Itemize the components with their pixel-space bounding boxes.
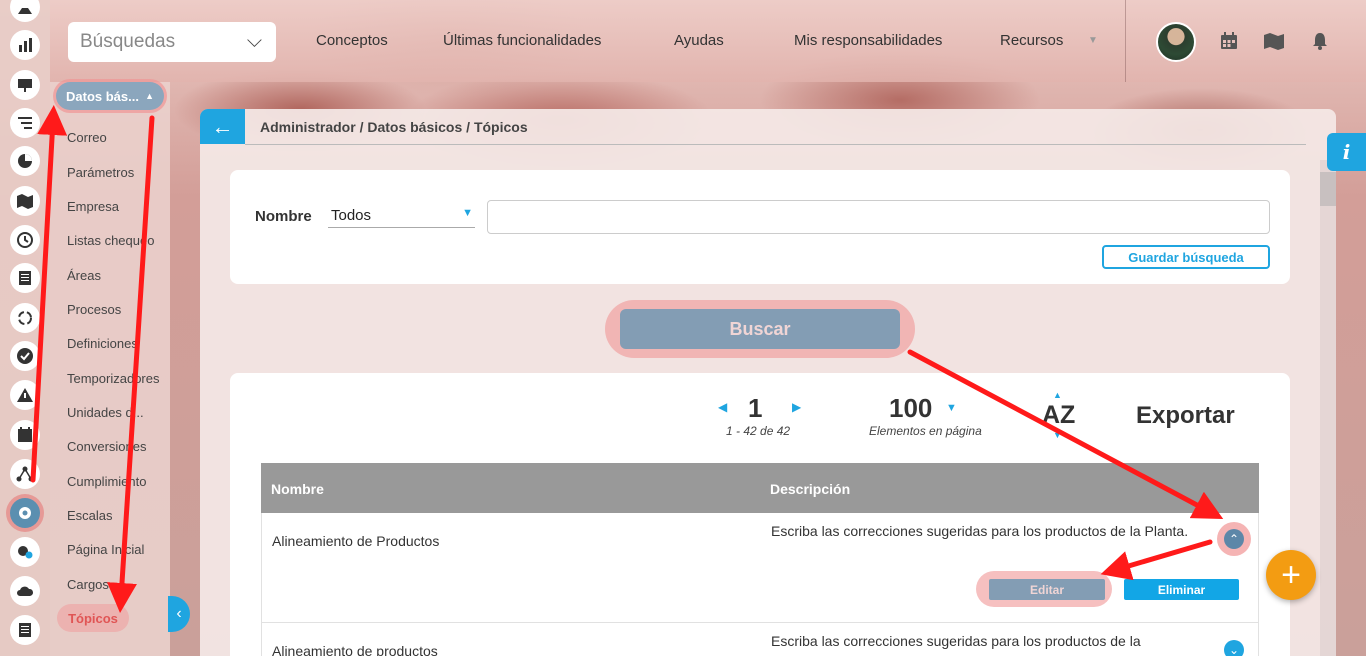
- row-description: Escriba las correcciones sugeridas para …: [771, 523, 1189, 539]
- submenu-item-conversiones[interactable]: Conversiones: [67, 439, 147, 454]
- calendar-icon[interactable]: [1219, 31, 1239, 51]
- submenu-item-correo[interactable]: Correo: [67, 130, 107, 145]
- sort-desc-icon[interactable]: ▼: [1053, 430, 1062, 440]
- breadcrumb-divider: [245, 144, 1306, 145]
- filter-value-input[interactable]: [487, 200, 1270, 234]
- per-page-select[interactable]: 100: [889, 393, 932, 424]
- map-icon[interactable]: [10, 186, 40, 216]
- settings-icon[interactable]: [10, 498, 40, 528]
- per-page-label: Elementos en página: [869, 424, 982, 438]
- save-search-button[interactable]: Guardar búsqueda: [1102, 245, 1270, 269]
- nav-ayudas[interactable]: Ayudas: [674, 32, 724, 49]
- filter-operator-select[interactable]: Todos ▼: [328, 202, 475, 228]
- scrollbar-track[interactable]: [1320, 160, 1336, 656]
- submenu-header-label: Datos bás...: [66, 88, 139, 104]
- back-button[interactable]: ←: [200, 109, 245, 144]
- nav-conceptos[interactable]: Conceptos: [316, 32, 388, 49]
- nav-recursos[interactable]: Recursos: [1000, 32, 1063, 49]
- info-button[interactable]: i: [1327, 133, 1366, 171]
- current-page: 1: [748, 393, 763, 423]
- filter-icon[interactable]: [10, 108, 40, 138]
- page-range: 1 - 42 de 42: [726, 424, 791, 438]
- bell-icon[interactable]: [1310, 31, 1330, 51]
- presentation-icon[interactable]: [10, 70, 40, 100]
- export-button[interactable]: Exportar: [1136, 402, 1235, 430]
- network-icon[interactable]: [10, 459, 40, 489]
- chart-icon[interactable]: [10, 30, 40, 60]
- filter-operator-value: Todos: [331, 207, 372, 224]
- submenu-item-empresa[interactable]: Empresa: [67, 199, 119, 214]
- avatar[interactable]: [1156, 22, 1196, 62]
- caret-down-icon[interactable]: ▼: [946, 402, 957, 414]
- document-icon[interactable]: [10, 263, 40, 293]
- topbar-divider: [1125, 0, 1126, 82]
- submenu-item-areas[interactable]: Áreas: [67, 268, 101, 283]
- cycle-icon[interactable]: [10, 303, 40, 333]
- add-button[interactable]: +: [1266, 550, 1316, 600]
- search-button[interactable]: Buscar: [620, 309, 900, 349]
- sort-asc-icon[interactable]: ▲: [1053, 390, 1062, 400]
- calendar-icon[interactable]: [10, 420, 40, 450]
- delete-button[interactable]: Eliminar: [1124, 579, 1239, 600]
- scrollbar-thumb[interactable]: [1320, 172, 1336, 206]
- global-search-label: Búsquedas: [80, 31, 176, 52]
- column-header-nombre[interactable]: Nombre: [271, 481, 324, 497]
- chevron-down-icon: ⌵: [246, 30, 262, 52]
- arrow-left-icon: ←: [211, 113, 234, 139]
- table-row[interactable]: Alineamiento de productos Escriba las co…: [261, 623, 1259, 656]
- submenu-item-definiciones[interactable]: Definiciones: [67, 336, 138, 351]
- submenu-header-button[interactable]: Datos bás... ▲: [56, 82, 164, 110]
- submenu-item-listas-chequeo[interactable]: Listas chequeo: [67, 233, 154, 248]
- nav-ultimas-funcionalidades[interactable]: Últimas funcionalidades: [443, 32, 601, 49]
- chevron-up-icon[interactable]: ⌃: [1224, 529, 1244, 549]
- chevron-left-icon: ‹: [176, 605, 182, 622]
- recursos-caret-icon[interactable]: ▼: [1088, 35, 1098, 46]
- submenu-item-cargos[interactable]: Cargos: [67, 577, 109, 592]
- submenu-item-cumplimiento[interactable]: Cumplimiento: [67, 474, 146, 489]
- submenu-item-escalas[interactable]: Escalas: [67, 508, 113, 523]
- pie-icon[interactable]: [10, 146, 40, 176]
- prev-page-icon[interactable]: ◀: [718, 400, 727, 414]
- gears-icon[interactable]: [10, 537, 40, 567]
- warning-icon[interactable]: [10, 380, 40, 410]
- breadcrumb: Administrador / Datos básicos / Tópicos: [260, 119, 528, 135]
- caret-down-icon: ▼: [462, 207, 473, 219]
- submenu-item-temporizadores[interactable]: Temporizadores: [67, 371, 160, 386]
- sort-button[interactable]: AZ: [1042, 401, 1075, 430]
- nav-mis-responsabilidades[interactable]: Mis responsabilidades: [794, 32, 942, 49]
- cloud-icon[interactable]: [10, 576, 40, 606]
- global-search-select[interactable]: Búsquedas ⌵: [68, 22, 276, 62]
- chevron-down-icon[interactable]: ⌄: [1224, 640, 1244, 656]
- table-header: Nombre Descripción: [261, 463, 1259, 513]
- row-name: Alineamiento de Productos: [272, 533, 440, 549]
- row-description: Escriba las correcciones sugeridas para …: [771, 633, 1141, 649]
- submenu-item-topicos[interactable]: Tópicos: [57, 604, 129, 632]
- list-icon[interactable]: [10, 615, 40, 645]
- check-icon[interactable]: [10, 341, 40, 371]
- row-name: Alineamiento de productos: [272, 643, 438, 656]
- submenu-item-unidades[interactable]: Unidades d...: [67, 405, 144, 420]
- filter-field-label: Nombre: [255, 208, 312, 225]
- chevron-up-icon: ▲: [145, 91, 154, 101]
- column-header-descripcion[interactable]: Descripción: [770, 481, 850, 497]
- submenu-item-procesos[interactable]: Procesos: [67, 302, 121, 317]
- submenu-item-pagina-inicial[interactable]: Página Inicial: [67, 542, 144, 557]
- map-icon[interactable]: [1263, 31, 1285, 51]
- next-page-icon[interactable]: ▶: [792, 400, 801, 414]
- table-row[interactable]: Alineamiento de Productos Escriba las co…: [261, 513, 1259, 623]
- edit-button[interactable]: Editar: [989, 579, 1105, 600]
- clock-icon[interactable]: [10, 225, 40, 255]
- submenu-item-parametros[interactable]: Parámetros: [67, 165, 134, 180]
